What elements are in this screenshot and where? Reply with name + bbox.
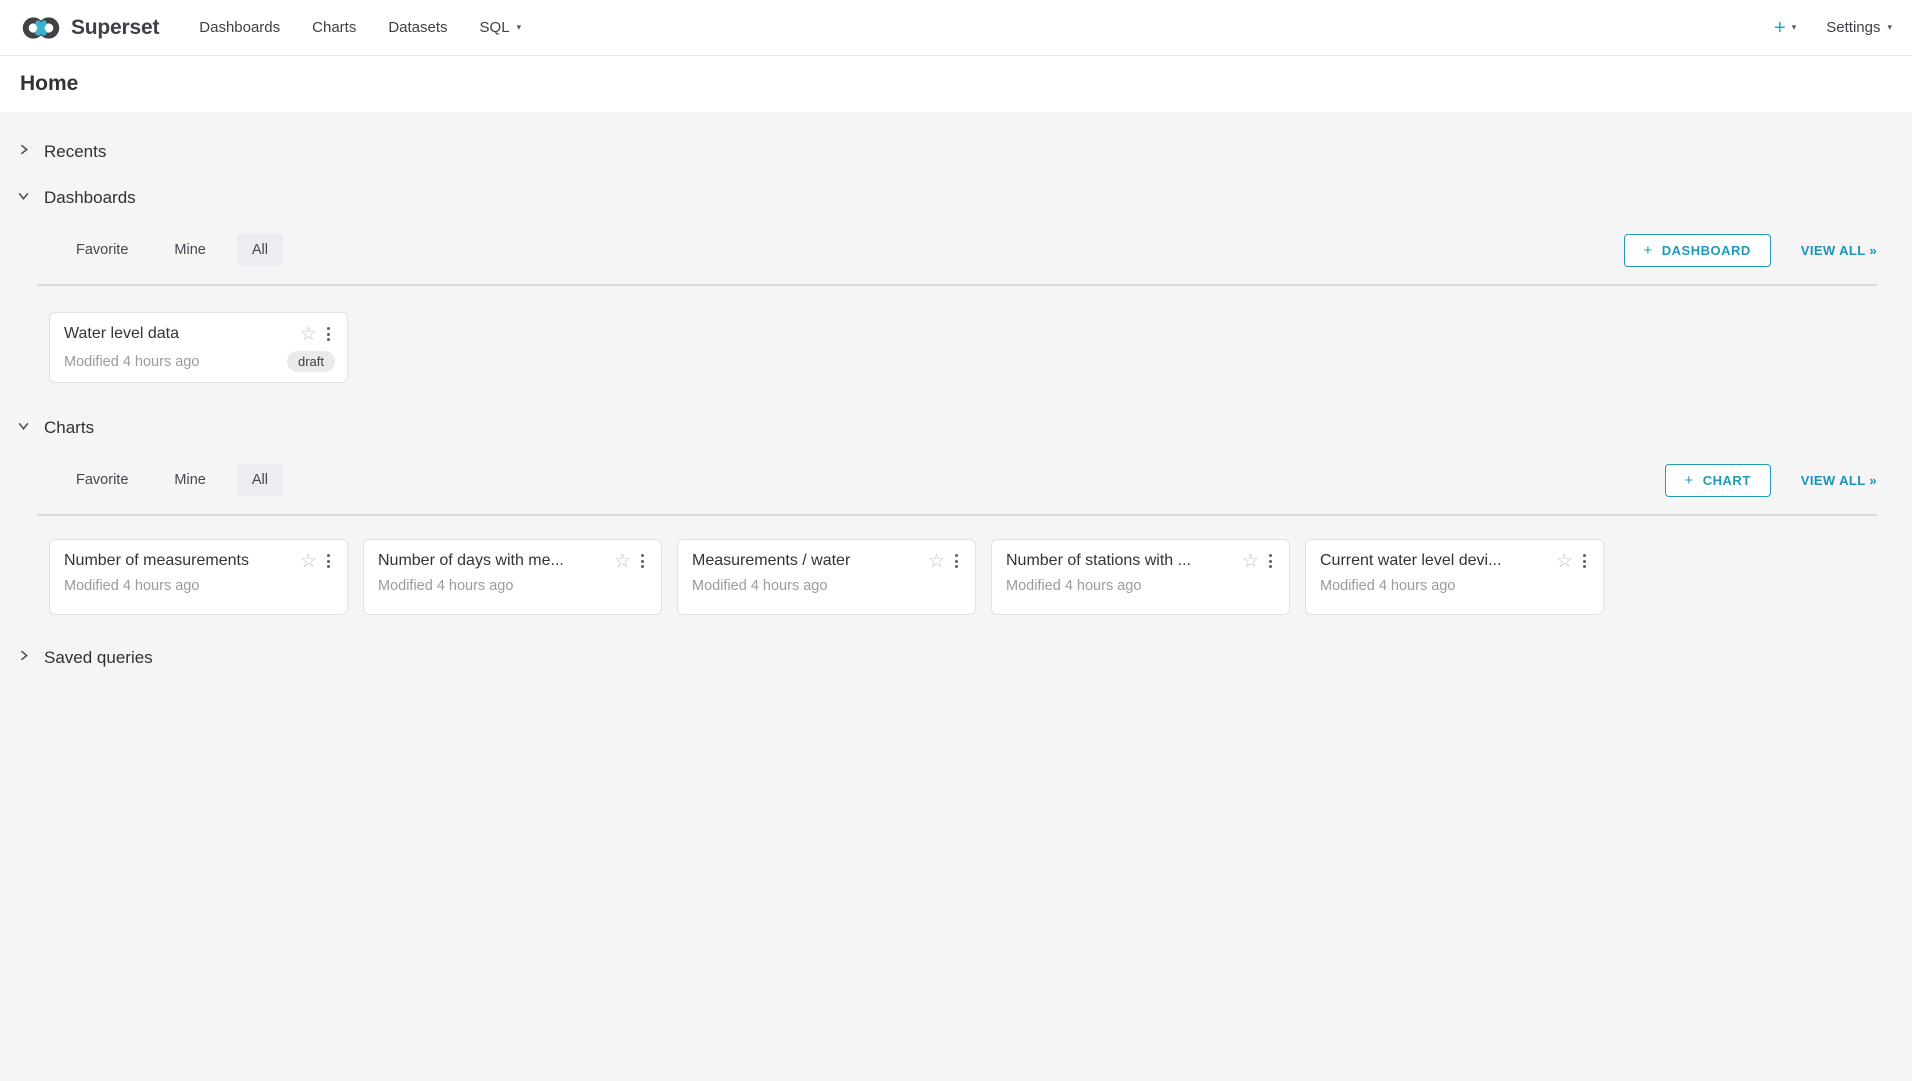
nav-item-charts[interactable]: Charts bbox=[296, 0, 372, 55]
page-title: Home bbox=[20, 72, 78, 96]
chevron-down-icon bbox=[17, 419, 30, 437]
caret-down-icon: ▾ bbox=[517, 23, 522, 32]
favorite-star-icon[interactable]: ☆ bbox=[1556, 552, 1573, 571]
chart-card-title[interactable]: Number of stations with ... bbox=[1006, 552, 1234, 570]
section-header-charts[interactable]: Charts bbox=[17, 418, 94, 438]
new-dashboard-label: DASHBOARD bbox=[1662, 243, 1751, 258]
superset-logo[interactable]: Superset bbox=[20, 15, 159, 41]
modified-timestamp: Modified 4 hours ago bbox=[692, 578, 827, 594]
section-title: Recents bbox=[44, 142, 106, 162]
chart-card-title[interactable]: Current water level devi... bbox=[1320, 552, 1548, 570]
new-dashboard-button[interactable]: + DASHBOARD bbox=[1624, 234, 1771, 267]
kebab-menu-icon[interactable] bbox=[950, 551, 963, 571]
main-nav: Dashboards Charts Datasets SQL ▾ bbox=[183, 0, 537, 55]
section-header-recents[interactable]: Recents bbox=[17, 112, 106, 162]
tab-all[interactable]: All bbox=[237, 464, 283, 496]
view-all-dashboards-link[interactable]: VIEW ALL » bbox=[1801, 243, 1877, 258]
favorite-star-icon[interactable]: ☆ bbox=[1242, 552, 1259, 571]
chart-card-title[interactable]: Number of measurements bbox=[64, 552, 292, 570]
chart-card-title[interactable]: Measurements / water bbox=[692, 552, 920, 570]
settings-menu[interactable]: Settings ▾ bbox=[1820, 19, 1898, 36]
new-chart-label: CHART bbox=[1703, 473, 1751, 488]
draft-status-badge: draft bbox=[287, 351, 335, 372]
nav-item-label: Dashboards bbox=[199, 19, 280, 36]
view-all-charts-link[interactable]: VIEW ALL » bbox=[1801, 473, 1877, 488]
section-header-saved-queries[interactable]: Saved queries bbox=[17, 648, 153, 668]
kebab-menu-icon[interactable] bbox=[1578, 551, 1591, 571]
kebab-menu-icon[interactable] bbox=[322, 551, 335, 571]
nav-item-label: Datasets bbox=[388, 19, 447, 36]
nav-item-datasets[interactable]: Datasets bbox=[372, 0, 463, 55]
chart-card: Current water level devi... ☆ Modified 4… bbox=[1305, 539, 1604, 615]
nav-item-sql[interactable]: SQL ▾ bbox=[464, 0, 538, 55]
infinity-logo-icon bbox=[20, 15, 62, 41]
favorite-star-icon[interactable]: ☆ bbox=[928, 552, 945, 571]
favorite-star-icon[interactable]: ☆ bbox=[300, 325, 317, 344]
navbar-right: + ▾ Settings ▾ bbox=[1764, 18, 1898, 38]
divider bbox=[37, 284, 1877, 286]
divider bbox=[37, 514, 1877, 516]
charts-card-row: Number of measurements ☆ Modified 4 hour… bbox=[49, 539, 1877, 615]
top-navbar: Superset Dashboards Charts Datasets SQL … bbox=[0, 0, 1912, 56]
caret-down-icon: ▾ bbox=[1887, 23, 1892, 32]
modified-timestamp: Modified 4 hours ago bbox=[64, 578, 199, 594]
dashboard-card: Water level data ☆ Modified 4 hours ago … bbox=[49, 312, 348, 383]
chart-card: Measurements / water ☆ Modified 4 hours … bbox=[677, 539, 976, 615]
section-title: Dashboards bbox=[44, 188, 136, 208]
settings-label: Settings bbox=[1826, 19, 1880, 36]
dashboards-card-row: Water level data ☆ Modified 4 hours ago … bbox=[49, 312, 1877, 383]
modified-timestamp: Modified 4 hours ago bbox=[64, 354, 199, 370]
plus-icon: + bbox=[1685, 473, 1694, 488]
kebab-menu-icon[interactable] bbox=[322, 324, 335, 344]
tab-favorite[interactable]: Favorite bbox=[61, 464, 143, 496]
charts-subheader: Favorite Mine All + CHART VIEW ALL » bbox=[17, 460, 1877, 500]
section-title: Charts bbox=[44, 418, 94, 438]
tab-favorite[interactable]: Favorite bbox=[61, 234, 143, 266]
favorite-star-icon[interactable]: ☆ bbox=[614, 552, 631, 571]
chart-card: Number of stations with ... ☆ Modified 4… bbox=[991, 539, 1290, 615]
modified-timestamp: Modified 4 hours ago bbox=[1320, 578, 1455, 594]
modified-timestamp: Modified 4 hours ago bbox=[1006, 578, 1141, 594]
charts-tabs: Favorite Mine All bbox=[61, 464, 283, 496]
chart-card-title[interactable]: Number of days with me... bbox=[378, 552, 606, 570]
section-title: Saved queries bbox=[44, 648, 153, 668]
brand-name: Superset bbox=[71, 16, 159, 40]
section-header-dashboards[interactable]: Dashboards bbox=[17, 188, 136, 208]
nav-item-label: Charts bbox=[312, 19, 356, 36]
favorite-star-icon[interactable]: ☆ bbox=[300, 552, 317, 571]
dashboards-subheader: Favorite Mine All + DASHBOARD VIEW ALL » bbox=[17, 230, 1877, 270]
plus-icon: + bbox=[1774, 18, 1786, 38]
caret-down-icon: ▾ bbox=[1792, 23, 1797, 32]
page-header: Home bbox=[0, 56, 1912, 112]
chevron-right-icon bbox=[17, 143, 30, 161]
kebab-menu-icon[interactable] bbox=[1264, 551, 1277, 571]
tab-all[interactable]: All bbox=[237, 234, 283, 266]
dashboard-card-title[interactable]: Water level data bbox=[64, 325, 292, 343]
tab-mine[interactable]: Mine bbox=[159, 234, 220, 266]
chart-card: Number of days with me... ☆ Modified 4 h… bbox=[363, 539, 662, 615]
charts-actions: + CHART VIEW ALL » bbox=[1665, 464, 1878, 497]
new-chart-button[interactable]: + CHART bbox=[1665, 464, 1771, 497]
chevron-right-icon bbox=[17, 649, 30, 667]
nav-item-label: SQL bbox=[480, 19, 510, 36]
new-item-button[interactable]: + ▾ bbox=[1764, 18, 1806, 38]
chart-card: Number of measurements ☆ Modified 4 hour… bbox=[49, 539, 348, 615]
modified-timestamp: Modified 4 hours ago bbox=[378, 578, 513, 594]
tab-mine[interactable]: Mine bbox=[159, 464, 220, 496]
dashboards-tabs: Favorite Mine All bbox=[61, 234, 283, 266]
nav-item-dashboards[interactable]: Dashboards bbox=[183, 0, 296, 55]
chevron-down-icon bbox=[17, 189, 30, 207]
dashboards-actions: + DASHBOARD VIEW ALL » bbox=[1624, 234, 1878, 267]
kebab-menu-icon[interactable] bbox=[636, 551, 649, 571]
home-content: Recents Dashboards Favorite Mine All + D… bbox=[0, 112, 1912, 1081]
plus-icon: + bbox=[1644, 243, 1653, 258]
